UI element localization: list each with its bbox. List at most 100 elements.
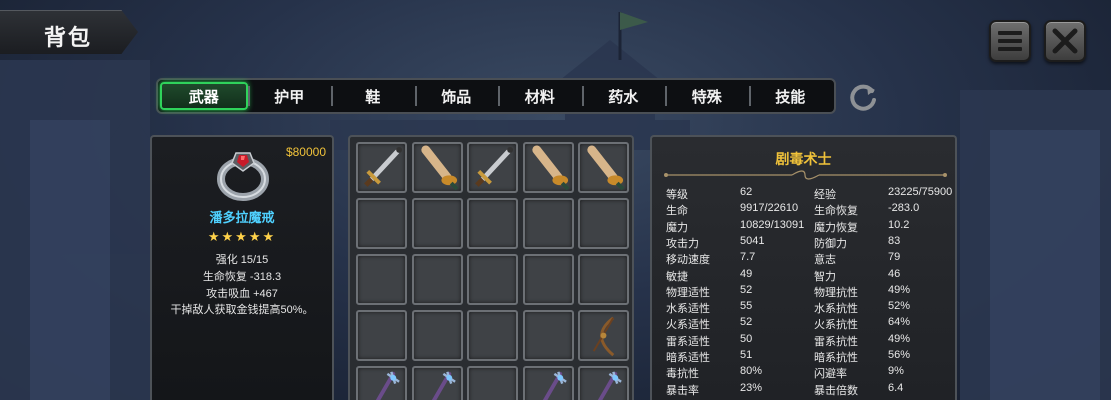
inventory-slot[interactable] xyxy=(578,198,629,249)
close-button[interactable] xyxy=(1044,20,1086,62)
inventory-slot[interactable] xyxy=(467,198,518,249)
tab-5[interactable]: 药水 xyxy=(581,82,666,110)
stat-label: 雷系适性 xyxy=(666,335,710,348)
tab-4[interactable]: 材料 xyxy=(498,82,582,110)
inventory-slot[interactable] xyxy=(356,310,407,361)
inventory-slot[interactable] xyxy=(356,142,407,193)
tab-6[interactable]: 特殊 xyxy=(665,82,749,110)
inventory-slot[interactable] xyxy=(522,142,574,193)
sword-icon xyxy=(364,146,403,187)
stat-label: 生命恢复 xyxy=(814,205,858,218)
inventory-slot[interactable] xyxy=(578,142,629,193)
inventory-slot[interactable] xyxy=(411,310,463,361)
tab-0[interactable]: 武器 xyxy=(160,82,248,110)
stat-label: 魔力 xyxy=(666,221,688,234)
stat-label: 智力 xyxy=(814,270,836,283)
item-detail-panel: $80000 潘多拉魔戒 ★★★★★ 强化 15/15 生命恢复 -318.3 … xyxy=(150,135,334,400)
item-stat-regen: 生命恢复 -318.3 xyxy=(202,271,282,283)
inventory-slot[interactable] xyxy=(467,142,518,193)
stat-label: 攻击力 xyxy=(666,237,699,250)
stat-label: 暴击率 xyxy=(666,384,699,397)
item-name: 潘多拉魔戒 xyxy=(209,210,275,225)
inventory-slot[interactable] xyxy=(356,366,407,400)
stat-value: 62 xyxy=(740,186,753,198)
inventory-slot[interactable] xyxy=(411,142,463,193)
inventory-slot[interactable] xyxy=(467,254,518,305)
item-stat-lifesteal: 攻击吸血 +467 xyxy=(206,288,278,300)
stat-label: 经验 xyxy=(814,189,836,201)
inventory-slot[interactable] xyxy=(522,366,574,400)
wooden-sword-icon xyxy=(531,145,569,191)
stat-value: 23% xyxy=(740,381,763,394)
stat-value: 7.7 xyxy=(740,251,756,264)
stat-label: 暴击倍数 xyxy=(814,384,858,397)
stat-value: 51 xyxy=(740,349,753,361)
stat-value: 9% xyxy=(888,365,904,378)
character-class-name: 剧毒术士 xyxy=(775,151,832,167)
stat-value: 49% xyxy=(888,283,911,296)
stat-label: 暗系适性 xyxy=(666,352,710,364)
tab-7[interactable]: 技能 xyxy=(748,82,833,110)
stat-value: 56% xyxy=(888,349,911,361)
stat-value: 49% xyxy=(888,332,911,345)
stat-value: 10.2 xyxy=(888,218,910,231)
tab-1[interactable]: 护甲 xyxy=(247,82,332,110)
stat-value: -283.0 xyxy=(888,202,920,215)
ornament-divider xyxy=(664,170,947,180)
tab-3[interactable]: 饰品 xyxy=(414,82,499,110)
page-title: 背包 xyxy=(44,25,93,50)
character-stats-panel: 剧毒术士 等级 62 经验 23225/75900 生命 9917/22610 生命恢复 -2… xyxy=(650,135,957,400)
stat-label: 火系抗性 xyxy=(814,319,858,332)
stat-label: 水系抗性 xyxy=(814,303,858,316)
inventory-slot[interactable] xyxy=(578,310,629,361)
inventory-slot[interactable] xyxy=(411,366,463,400)
stat-value: 23225/75900 xyxy=(888,186,953,198)
staff-icon xyxy=(375,371,400,400)
menu-icon xyxy=(998,31,1022,51)
stat-value: 5041 xyxy=(740,234,765,247)
stat-value: 64% xyxy=(888,316,911,329)
inventory-slot[interactable] xyxy=(522,310,574,361)
stat-value: 52 xyxy=(740,283,753,296)
stat-label: 移动速度 xyxy=(666,254,710,267)
stat-value: 50 xyxy=(740,332,753,345)
stat-label: 水系适性 xyxy=(666,303,710,316)
stat-label: 等级 xyxy=(666,189,688,201)
menu-button[interactable] xyxy=(989,20,1031,62)
category-tabs: 武器 护甲鞋饰品 材料 药水 特殊 技能 xyxy=(156,78,836,114)
stat-label: 物理适性 xyxy=(666,286,710,299)
stat-value: 52% xyxy=(888,300,911,313)
staff-icon xyxy=(542,371,567,400)
stat-value: 79 xyxy=(888,251,901,264)
inventory-slot[interactable] xyxy=(356,254,407,305)
inventory-slot[interactable] xyxy=(411,198,463,249)
stat-value: 52 xyxy=(740,316,753,329)
inventory-slot[interactable] xyxy=(522,198,574,249)
inventory-slot[interactable] xyxy=(356,198,407,249)
bow-icon xyxy=(592,316,615,357)
stat-label: 生命 xyxy=(666,205,688,218)
stat-value: 6.4 xyxy=(888,381,904,394)
stat-label: 物理抗性 xyxy=(814,286,858,299)
item-enhance: 强化 15/15 xyxy=(215,254,269,266)
inventory-slot[interactable] xyxy=(578,254,629,305)
refresh-icon[interactable] xyxy=(846,80,880,114)
stat-value: 80% xyxy=(740,365,763,378)
inventory-slot[interactable] xyxy=(411,254,463,305)
staff-icon xyxy=(597,371,622,400)
stat-value: 10829/13091 xyxy=(740,218,805,231)
inventory-slot[interactable] xyxy=(522,254,574,305)
stat-value: 49 xyxy=(740,267,753,280)
item-price: $80000 xyxy=(285,145,326,159)
ring-icon xyxy=(217,152,269,201)
sword-icon xyxy=(475,146,514,187)
inventory-slot[interactable] xyxy=(578,366,629,400)
tab-2[interactable]: 鞋 xyxy=(331,82,415,110)
wooden-sword-icon xyxy=(420,145,458,191)
inventory-slot[interactable] xyxy=(467,310,518,361)
stat-label: 火系适性 xyxy=(666,319,710,332)
item-rating-stars: ★★★★★ xyxy=(207,229,277,244)
stat-label: 毒抗性 xyxy=(666,368,699,381)
stat-label: 暗系抗性 xyxy=(814,352,858,364)
inventory-slot[interactable] xyxy=(467,366,518,400)
